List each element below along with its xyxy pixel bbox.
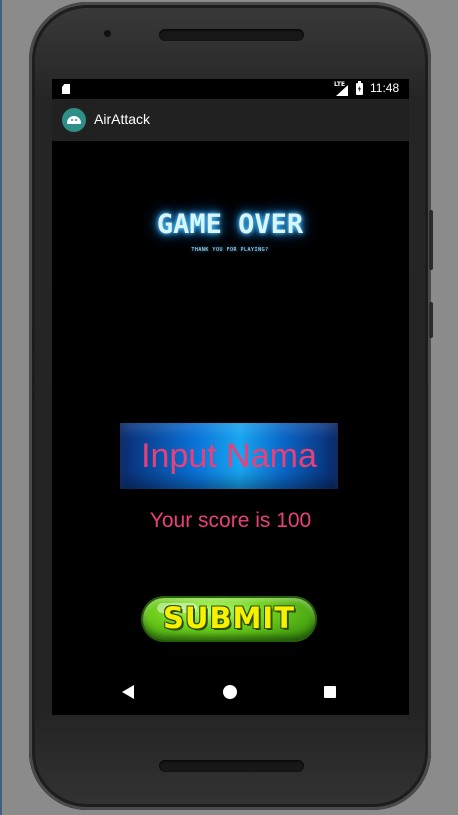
droid-eye-left	[71, 119, 73, 121]
game-over-subtitle: THANK YOU FOR PLAYING?	[191, 247, 269, 253]
sd-card-icon	[62, 84, 70, 94]
front-camera	[104, 30, 111, 37]
status-bar: LTE 11:48	[52, 79, 409, 99]
app-bar: AirAttack	[52, 99, 409, 141]
top-speaker	[159, 29, 304, 41]
home-icon[interactable]	[223, 685, 237, 699]
submit-label: SUBMIT	[163, 601, 295, 635]
bottom-speaker	[159, 760, 304, 772]
droid-head	[67, 116, 81, 124]
game-over-title: GAME OVER	[156, 209, 304, 240]
network-label: LTE	[334, 81, 346, 88]
recents-icon[interactable]	[324, 686, 336, 698]
app-title: AirAttack	[94, 111, 151, 127]
submit-button[interactable]: SUBMIT	[143, 598, 315, 640]
navigation-bar	[52, 669, 409, 715]
android-app-icon	[62, 108, 86, 132]
droid-eye-right	[75, 119, 77, 121]
power-button[interactable]	[429, 302, 433, 338]
window-edge	[0, 0, 2, 815]
name-input[interactable]	[120, 423, 338, 489]
volume-button[interactable]	[429, 210, 433, 270]
back-icon[interactable]	[122, 685, 134, 699]
score-text: Your score is 100	[149, 509, 312, 532]
emulator-stage: LTE 11:48 AirAttack GAME OVER THANK YOU …	[0, 0, 458, 815]
device-screen: LTE 11:48 AirAttack GAME OVER THANK YOU …	[52, 79, 409, 715]
status-clock: 11:48	[370, 81, 400, 95]
battery-icon	[356, 81, 363, 95]
